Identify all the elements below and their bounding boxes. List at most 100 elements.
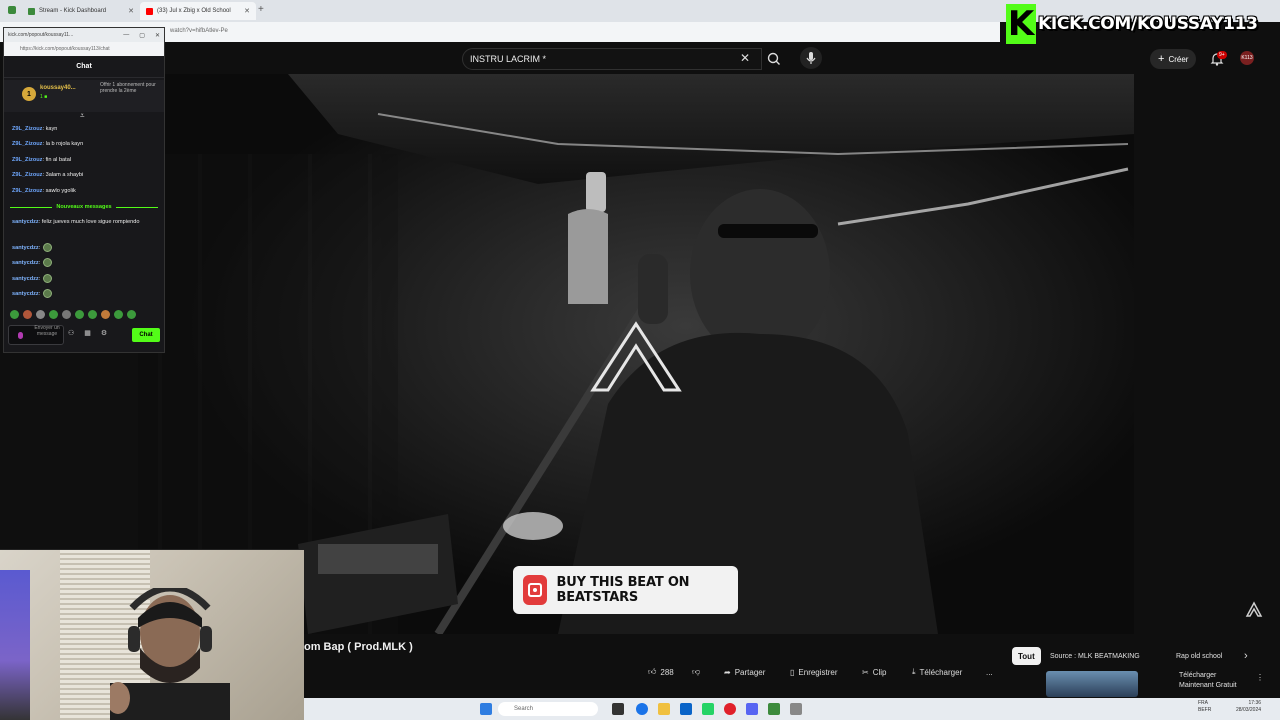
recommendation-more-icon[interactable]: ⋮: [1256, 673, 1264, 682]
chat-message: Z9L_Zizouz: la b rojola kayn: [12, 141, 84, 147]
opera-icon[interactable]: [724, 703, 736, 715]
emote-icon[interactable]: [127, 310, 136, 319]
like-button[interactable]: 👍︎ 288: [648, 664, 674, 680]
chat-username[interactable]: santycdzz: [12, 219, 39, 225]
emote-icon[interactable]: [36, 310, 45, 319]
chat-username[interactable]: Z9L_Zizouz: [12, 188, 42, 194]
create-label: Créer: [1168, 54, 1189, 64]
language-indicator[interactable]: FRA BEFR: [1198, 700, 1211, 714]
users-icon[interactable]: ⚇: [68, 329, 74, 337]
chat-username[interactable]: Z9L_Zizouz: [12, 157, 42, 163]
popout-titlebar[interactable]: kick.com/popout/koussay11... — ▢ ✕: [4, 28, 164, 42]
streamer-image: [110, 588, 230, 720]
file-explorer-icon[interactable]: [658, 703, 670, 715]
maximize-icon[interactable]: ▢: [139, 32, 145, 39]
chat-send-button[interactable]: Chat: [132, 328, 160, 342]
recommendation-thumbnail[interactable]: [1046, 671, 1138, 697]
emote-icon[interactable]: [75, 310, 84, 319]
chat-message: santycdzz: feliz jueves much love sigue …: [12, 219, 140, 225]
youtube-favicon-icon: [146, 7, 153, 15]
whatsapp-icon[interactable]: [702, 703, 714, 715]
download-icon: ⤓: [912, 667, 916, 676]
chat-text: la b rojola kayn: [45, 141, 84, 147]
beatstars-banner[interactable]: BUY THIS BEAT ON BEATSTARS: [513, 566, 738, 614]
save-button[interactable]: ▯ Enregistrer: [790, 664, 838, 680]
emote-icon: [42, 243, 52, 253]
channel-watermark-icon[interactable]: [1244, 600, 1264, 620]
emote-icon[interactable]: [62, 310, 71, 319]
chat-username[interactable]: santycdzz: [12, 245, 39, 251]
search-query: INSTRU LACRIM *: [470, 54, 547, 64]
taskbar-search[interactable]: Search: [498, 702, 598, 716]
minimize-icon[interactable]: —: [123, 32, 129, 39]
windows-start-icon[interactable]: [480, 703, 492, 715]
emote-icon[interactable]: [49, 310, 58, 319]
webcam-overlay: [0, 549, 304, 720]
download-button[interactable]: ⤓ Télécharger: [912, 664, 962, 680]
kick-app-icon[interactable]: [768, 703, 780, 715]
separator-line: [115, 206, 159, 208]
chip-rap-old-school[interactable]: Rap old school: [1176, 647, 1222, 665]
tab-kick-dashboard[interactable]: Stream - Kick Dashboard ✕: [22, 2, 140, 20]
search-button[interactable]: [762, 48, 786, 70]
beatstars-label: BUY THIS BEAT ON BEATSTARS: [556, 575, 690, 605]
popout-title: kick.com/popout/koussay11...: [8, 32, 74, 38]
chat-username[interactable]: santycdzz: [12, 291, 39, 297]
emote-icon[interactable]: [88, 310, 97, 319]
emote-icon[interactable]: [101, 310, 110, 319]
voice-search-button[interactable]: [800, 47, 822, 69]
pinned-gift-banner[interactable]: 1 koussay40... 1 ■ Offrir 1 abonnement p…: [4, 80, 164, 112]
close-tab-icon[interactable]: ✕: [128, 7, 134, 15]
chat-message: Z9L_Zizouz: fin al batal: [12, 157, 72, 163]
chip-source[interactable]: Source : MLK BEATMAKING: [1050, 647, 1140, 665]
player-right-area: [1134, 74, 1280, 634]
store-icon[interactable]: [680, 703, 692, 715]
chat-username[interactable]: Z9L_Zizouz: [12, 126, 42, 132]
chat-text: sawlo ygolik: [45, 188, 76, 194]
new-messages-label: Nouveaux messages: [56, 204, 112, 210]
gear-icon[interactable]: ⚙: [101, 329, 107, 337]
settings-icon[interactable]: [790, 703, 802, 715]
tab-youtube-video[interactable]: (33) Jul x Zbig x Old School ✕: [140, 2, 256, 20]
new-tab-button[interactable]: +: [258, 4, 264, 15]
close-icon[interactable]: ✕: [155, 32, 160, 39]
chip-all[interactable]: Tout: [1012, 647, 1041, 665]
chips-next-icon[interactable]: ›: [1244, 650, 1248, 662]
recommendation-text[interactable]: Télécharger Maintenant Gratuit: [1179, 671, 1237, 691]
account-avatar[interactable]: K113: [1240, 51, 1254, 65]
share-button[interactable]: ➦ Partager: [724, 664, 765, 680]
chat-username[interactable]: santycdzz: [12, 260, 39, 266]
mic-icon[interactable]: [18, 332, 23, 339]
kick-watermark: K KICK.COM/KOUSSAY113: [1006, 4, 1258, 44]
plus-icon: +: [1158, 53, 1165, 65]
taskbar-clock[interactable]: 17:36 28/03/2024: [1236, 700, 1261, 714]
close-tab-icon[interactable]: ✕: [244, 7, 250, 15]
emote-icon[interactable]: [10, 310, 19, 319]
popout-url[interactable]: https://kick.com/popout/koussay113/chat: [4, 42, 164, 56]
chat-text: 3alam a shaybi: [45, 172, 84, 178]
browser-menu-icon[interactable]: [8, 6, 16, 14]
emote-icon[interactable]: [23, 310, 32, 319]
chat-popout-window: kick.com/popout/koussay11... — ▢ ✕ https…: [3, 27, 165, 353]
task-view-icon[interactable]: [612, 703, 624, 715]
scroll-down-icon[interactable]: ⩡: [80, 111, 85, 121]
chrome-icon[interactable]: [636, 703, 648, 715]
gifter-sub-count: 1 ■: [40, 94, 48, 100]
chat-text: kayn: [45, 126, 58, 132]
dislike-button[interactable]: 👎︎: [692, 664, 700, 680]
video-title: om Bap ( Prod.MLK ): [304, 641, 413, 653]
chat-username[interactable]: santycdzz: [12, 276, 39, 282]
emote-icon[interactable]: [114, 310, 123, 319]
clip-button[interactable]: ✂ Clip: [862, 664, 886, 680]
chat-message: santycdzz:: [12, 274, 152, 284]
clear-search-icon[interactable]: ✕: [740, 51, 750, 65]
create-button[interactable]: + Créer: [1150, 49, 1197, 69]
save-label: Enregistrer: [798, 667, 838, 677]
chat-username[interactable]: Z9L_Zizouz: [12, 141, 42, 147]
chat-username[interactable]: Z9L_Zizouz: [12, 172, 42, 178]
discord-icon[interactable]: [746, 703, 758, 715]
clock-date: 28/03/2024: [1236, 707, 1262, 713]
emote-icon: [42, 258, 52, 268]
more-actions-button[interactable]: ...: [986, 664, 993, 680]
calendar-icon[interactable]: ▦: [84, 329, 91, 337]
